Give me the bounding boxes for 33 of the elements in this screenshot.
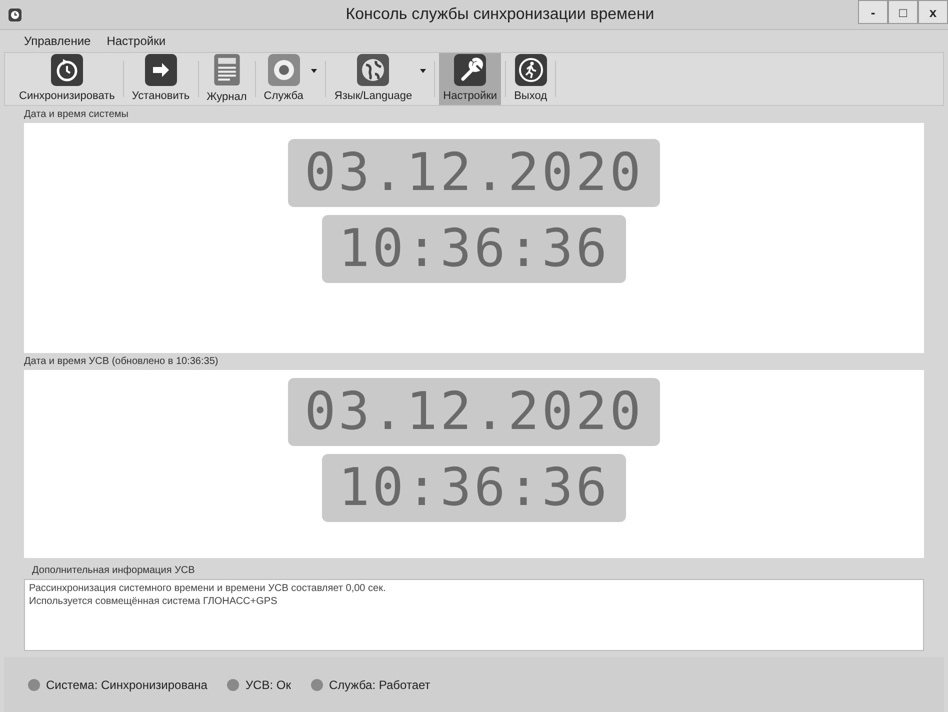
- info-line: Рассинхронизация системного времени и времени УСВ составляет 0,00 сек.: [29, 582, 387, 595]
- maximize-button[interactable]: □: [888, 0, 918, 24]
- toolbar-button[interactable]: Выход: [510, 53, 551, 105]
- toolbar-button[interactable]: Язык/Language: [330, 53, 416, 105]
- clock-icon: [8, 8, 22, 22]
- ring-icon: [268, 54, 300, 86]
- toolbar-button[interactable]: Служба: [260, 53, 308, 105]
- section-header: Дата и время системы: [23, 108, 130, 122]
- close-button[interactable]: x: [918, 0, 948, 24]
- window-title: Консоль службы синхронизации времени: [344, 4, 656, 24]
- toolbar-button[interactable]: Установить: [128, 53, 194, 105]
- menu-item[interactable]: Управление: [24, 32, 91, 50]
- status-text: УСВ: Ок: [245, 676, 291, 694]
- toolbar-button[interactable]: Синхронизировать: [15, 53, 119, 105]
- time-display: 10:36:36: [322, 454, 626, 522]
- dropdown-caret-icon[interactable]: [311, 68, 318, 74]
- wrench-icon: [454, 54, 486, 86]
- time-display: 10:36:36: [322, 215, 626, 283]
- dropdown-caret-icon[interactable]: [420, 68, 426, 74]
- running-person-icon: [514, 54, 547, 86]
- info-text-area[interactable]: Рассинхронизация системного времени и времени УСВ составляет 0,00 сек. Используется совмещённая система ГЛОНАСС+GPS: [24, 579, 924, 651]
- minimize-button[interactable]: -: [858, 0, 888, 24]
- info-line: Используется совмещённая система ГЛОНАСС+GPS: [29, 595, 278, 608]
- section-header: Дополнительная информация УСВ: [31, 564, 196, 578]
- date-display: 03.12.2020: [288, 139, 660, 207]
- status-text: Система: Синхронизирована: [46, 676, 208, 694]
- toolbar-button[interactable]: Журнал: [202, 53, 251, 105]
- toolbar-button[interactable]: Настройки: [439, 53, 502, 105]
- section-header: Дата и время УСВ (обновлено в 10:36:35): [23, 355, 220, 369]
- status-text: Служба: Работает: [328, 676, 430, 694]
- arrow-right-icon: [144, 54, 177, 86]
- date-display: 03.12.2020: [288, 378, 660, 446]
- menu-item[interactable]: Настройки: [106, 32, 166, 50]
